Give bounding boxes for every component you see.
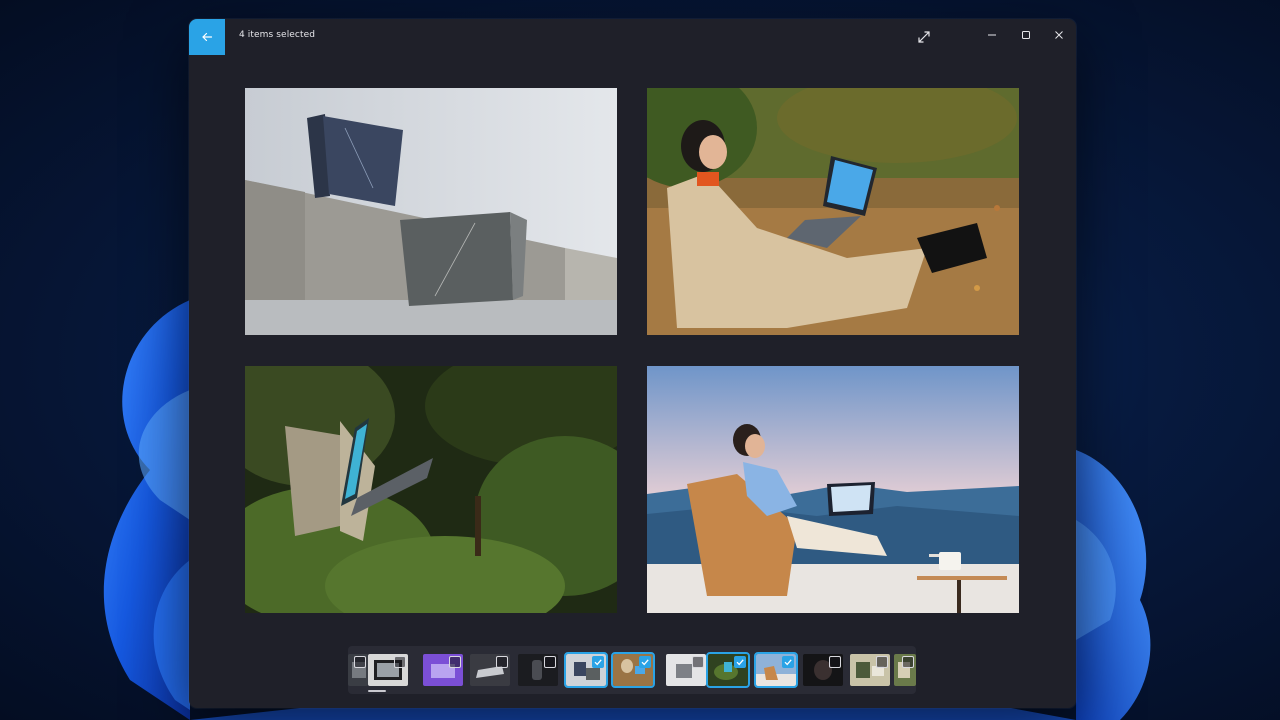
title-bar: 4 items selected (189, 19, 1076, 55)
selection-checkbox[interactable] (782, 656, 794, 668)
thumbnail-7[interactable] (611, 652, 655, 688)
selection-checkbox[interactable] (394, 656, 406, 668)
expand-button[interactable] (916, 29, 932, 45)
thumbnail-10[interactable] (754, 652, 798, 688)
photo-laptop-in-forest[interactable] (245, 366, 617, 613)
checkmark-icon (641, 659, 649, 666)
thumbnail-13[interactable] (894, 654, 916, 686)
selection-checkbox[interactable] (829, 656, 841, 668)
selection-checkbox[interactable] (734, 656, 746, 668)
photos-window: 4 items selected (189, 19, 1076, 708)
minimize-icon (988, 34, 996, 36)
back-button[interactable] (189, 19, 225, 55)
photo-image (647, 88, 1019, 335)
thumbnail-12[interactable] (850, 654, 890, 686)
maximize-button[interactable] (1009, 23, 1043, 47)
selection-checkbox[interactable] (692, 656, 704, 668)
selection-checkbox[interactable] (902, 656, 914, 668)
thumbnail-11[interactable] (803, 654, 843, 686)
photo-woman-laptop-mountain-terrace[interactable] (647, 366, 1019, 613)
selection-checkbox[interactable] (876, 656, 888, 668)
thumbnail-1[interactable] (348, 654, 368, 686)
thumbnail-2[interactable] (368, 654, 408, 686)
minimize-button[interactable] (975, 23, 1009, 47)
window-title: 4 items selected (239, 30, 316, 40)
checkmark-icon (784, 659, 792, 666)
scroll-indicator[interactable] (368, 690, 386, 692)
checkmark-icon (594, 659, 602, 666)
selection-checkbox[interactable] (354, 656, 366, 668)
selection-checkbox[interactable] (449, 656, 461, 668)
photo-image (245, 366, 617, 613)
checkmark-icon (736, 659, 744, 666)
photo-laptops-on-concrete-wall[interactable] (245, 88, 617, 335)
thumbnail-filmstrip (348, 646, 916, 694)
close-icon (1055, 31, 1063, 39)
maximize-icon (1022, 31, 1030, 39)
arrow-left-icon (202, 32, 213, 42)
close-button[interactable] (1042, 23, 1076, 47)
thumbnail-3[interactable] (423, 654, 463, 686)
photo-image (647, 366, 1019, 613)
selection-checkbox[interactable] (544, 656, 556, 668)
photo-image (245, 88, 617, 335)
thumbnail-5[interactable] (518, 654, 558, 686)
selection-checkbox[interactable] (639, 656, 651, 668)
thumbnail-6[interactable] (564, 652, 608, 688)
expand-icon (918, 31, 930, 43)
selection-checkbox[interactable] (496, 656, 508, 668)
thumbnail-9[interactable] (706, 652, 750, 688)
photo-woman-laptop-autumn-leaves[interactable] (647, 88, 1019, 335)
thumbnail-8[interactable] (666, 654, 706, 686)
thumbnail-4[interactable] (470, 654, 510, 686)
selection-checkbox[interactable] (592, 656, 604, 668)
